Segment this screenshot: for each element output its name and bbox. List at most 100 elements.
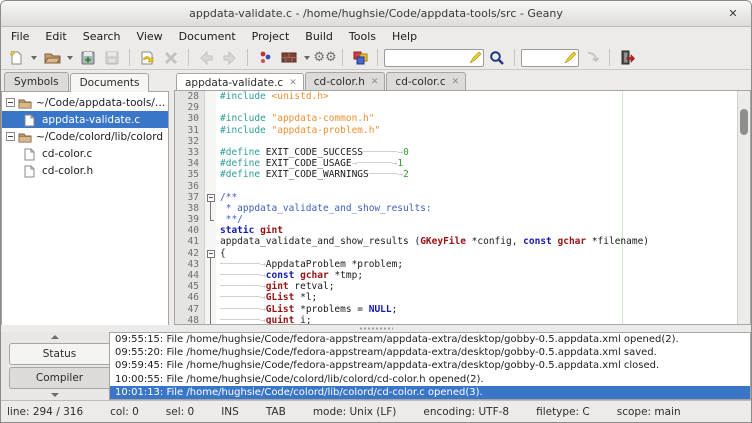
tab-close-icon[interactable]: ✕ [371,78,379,87]
find-button[interactable] [486,48,508,68]
code-token: AppdataProblem *problem; [266,259,403,270]
tree-expander-icon[interactable] [6,98,15,107]
code-line[interactable]: 43───────→AppdataProblem *problem; [175,259,750,270]
editor-tab-appdata-validate.c[interactable]: appdata-validate.c✕ [176,73,304,91]
tree-item-file[interactable]: appdata-validate.c [2,111,168,128]
menu-tools[interactable]: Tools [341,27,384,46]
scrollbar-thumb[interactable] [740,109,748,135]
revert-button[interactable] [136,48,158,68]
new-document-dropdown[interactable] [29,48,39,68]
quit-button[interactable] [616,48,638,68]
code-line[interactable]: 39 **/ [175,214,750,225]
build-dropdown[interactable] [302,48,312,68]
tree-item-folder[interactable]: ~/Code/appdata-tools/src [2,94,168,111]
menu-help[interactable]: Help [384,27,425,46]
menu-view[interactable]: View [129,27,171,46]
fold-margin[interactable] [205,315,216,325]
code-line[interactable]: 33#define EXIT_CODE_SUCCESS──────→0 [175,147,750,158]
menu-document[interactable]: Document [171,27,244,46]
tree-expander-icon[interactable] [6,132,15,141]
fold-margin [205,91,216,102]
goto-line-input[interactable] [521,49,579,67]
code-line[interactable]: 28#include <unistd.h> [175,91,750,102]
search-input[interactable] [384,49,484,67]
line-number: 47 [175,304,205,315]
tree-item-file[interactable]: cd-color.c [2,145,168,162]
window-close-button[interactable]: ✕ [725,6,741,22]
tree-item-file[interactable]: cd-color.h [2,162,168,179]
open-file-dropdown[interactable] [65,48,75,68]
line-number: 36 [175,181,205,192]
clear-icon [563,51,576,64]
color-chooser-button[interactable] [349,48,371,68]
menu-bar: FileEditSearchViewDocumentProjectBuildTo… [1,27,751,46]
nav-back-button[interactable] [195,48,217,68]
menu-build[interactable]: Build [297,27,341,46]
fold-margin[interactable] [205,248,216,259]
sidebar-tabs: SymbolsDocuments [1,70,169,91]
nav-forward-button[interactable] [219,48,241,68]
code-line[interactable]: 36 [175,181,750,192]
code-line[interactable]: 40static gint [175,225,750,236]
code-line[interactable]: 31#include "appdata-problem.h" [175,125,750,136]
close-document-button[interactable] [160,48,182,68]
menu-edit[interactable]: Edit [37,27,74,46]
tree-item-label: appdata-validate.c [42,114,140,126]
code-line[interactable]: 42{ [175,248,750,259]
log-row[interactable]: 09:55:15: File /home/hughsie/Code/fedora… [110,333,750,346]
code-line[interactable]: 37/** [175,192,750,203]
fold-margin[interactable] [205,259,216,270]
compile-button[interactable] [254,48,276,68]
code-line[interactable]: 38 * appdata_validate_and_show_results: [175,203,750,214]
editor-vscrollbar[interactable] [737,91,750,324]
editor-tab-cd-color.c[interactable]: cd-color.c✕ [386,72,466,90]
code-line[interactable]: 34#define EXIT_CODE_USAGE→──────→1 [175,158,750,169]
fold-margin[interactable] [205,214,216,225]
code-line[interactable]: 32 [175,136,750,147]
panel-splitter[interactable] [1,325,751,332]
tabs-scroll-up-icon[interactable] [1,332,109,342]
save-button[interactable] [77,48,99,68]
save-all-button[interactable] [101,48,123,68]
sidebar-tab-symbols[interactable]: Symbols [4,72,69,91]
fold-margin[interactable] [205,304,216,315]
log-row[interactable]: 10:01:13: File /home/hughsie/Code/colord… [110,386,750,399]
fold-margin[interactable] [205,292,216,303]
fold-margin[interactable] [205,203,216,214]
code-line[interactable]: 35#define EXIT_CODE_WARNINGS─────→2 [175,169,750,180]
editor-tab-cd-color.h[interactable]: cd-color.h✕ [305,72,386,90]
build-button[interactable] [278,48,300,68]
code-line[interactable]: 48───────→guint i; [175,315,750,325]
panel-tab-status[interactable]: Status [9,343,109,365]
fold-margin[interactable] [205,270,216,281]
menu-search[interactable]: Search [75,27,129,46]
log-row[interactable]: 09:59:45: File /home/hughsie/Code/fedora… [110,359,750,372]
menu-file[interactable]: File [3,27,37,46]
code-text [216,102,220,113]
menu-project[interactable]: Project [244,27,298,46]
fold-margin[interactable] [205,281,216,292]
new-document-button[interactable] [5,48,27,68]
code-line[interactable]: 41appdata_validate_and_show_results (GKe… [175,236,750,247]
code-line[interactable]: 30#include "appdata-common.h" [175,113,750,124]
open-file-button[interactable] [41,48,63,68]
code-line[interactable]: 44───────→const gchar *tmp; [175,270,750,281]
code-line[interactable]: 29 [175,102,750,113]
code-line[interactable]: 47───────→GList *problems = NULL; [175,304,750,315]
log-row[interactable]: 09:55:20: File /home/hughsie/Code/fedora… [110,346,750,359]
panel-tab-compiler[interactable]: Compiler [9,367,109,389]
tree-item-folder[interactable]: ~/Code/colord/lib/colord [2,128,168,145]
tabs-scroll-down-icon[interactable] [1,390,109,400]
tab-close-icon[interactable]: ✕ [289,79,297,88]
title-bar[interactable]: appdata-validate.c - /home/hughsie/Code/… [1,1,751,27]
code-token: **/ [220,214,243,225]
sidebar-tab-documents[interactable]: Documents [70,73,150,92]
code-line[interactable]: 46───────→GList *l; [175,292,750,303]
goto-line-button[interactable] [581,48,603,68]
log-row[interactable]: 10:00:55: File /home/hughsie/Code/colord… [110,373,750,386]
fold-margin[interactable] [205,192,216,203]
tab-close-icon[interactable]: ✕ [452,78,460,87]
execute-button[interactable]: ⚙⚙ [314,48,336,68]
code-editor[interactable]: 28#include <unistd.h>2930#include "appda… [174,90,751,325]
code-line[interactable]: 45───────→gint retval; [175,281,750,292]
